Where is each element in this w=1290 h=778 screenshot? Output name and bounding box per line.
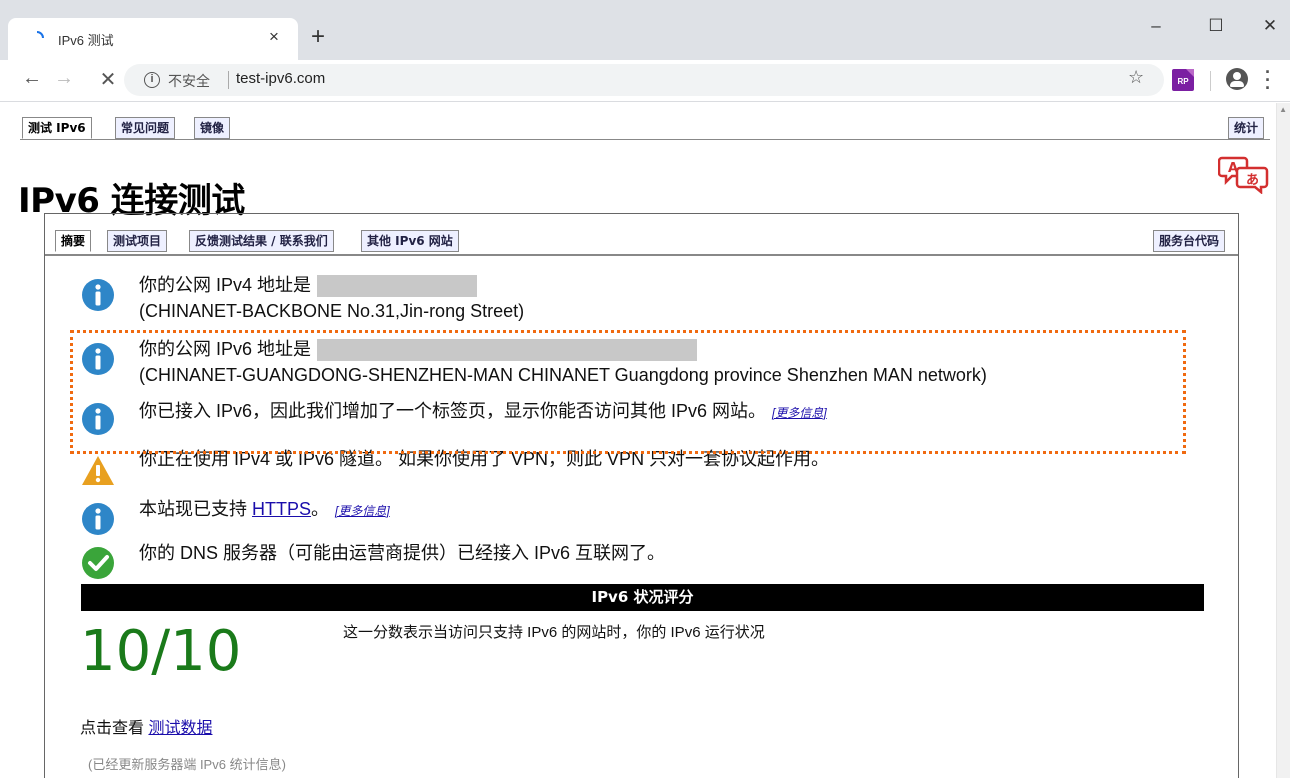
ipv4-text: 你的公网 IPv4 地址是 (CHINANET-BACKBONE No.31,J… xyxy=(139,272,524,324)
scroll-up-icon[interactable]: ▲ xyxy=(1279,105,1287,114)
back-button[interactable]: ← xyxy=(18,67,46,90)
maximize-button[interactable]: ☐ xyxy=(1196,16,1236,36)
tab-other-ipv6-sites[interactable]: 其他 IPv6 网站 xyxy=(361,230,459,252)
https-suffix: 。 xyxy=(311,499,330,519)
view-data-prefix: 点击查看 xyxy=(80,720,149,737)
dns-text: 你的 DNS 服务器（可能由运营商提供）已经接入 IPv6 互联网了。 xyxy=(139,543,666,563)
omnibox-divider xyxy=(228,71,229,89)
window-close-button[interactable]: ✕ xyxy=(1250,16,1290,36)
bookmark-star-icon[interactable]: ☆ xyxy=(1128,67,1144,88)
tab-title: IPv6 测试 xyxy=(58,33,114,48)
minimize-button[interactable]: – xyxy=(1136,16,1176,36)
test-panel: 摘要 测试项目 反馈测试结果 / 联系我们 其他 IPv6 网站 服务台代码 你… xyxy=(44,213,1239,778)
address-bar[interactable]: i 不安全 test-ipv6.com ☆ xyxy=(124,64,1164,96)
https-text: 本站现已支持 HTTPS。 [更多信息] xyxy=(139,496,390,524)
security-label: 不安全 xyxy=(168,73,210,89)
tab-feedback-contact[interactable]: 反馈测试结果 / 联系我们 xyxy=(189,230,334,252)
site-info-icon[interactable]: i xyxy=(144,72,160,88)
checkmark-icon xyxy=(82,547,114,579)
info-icon xyxy=(82,279,114,311)
new-tab-button[interactable]: + xyxy=(306,22,330,52)
tab-tests-run[interactable]: 测试项目 xyxy=(107,230,168,252)
stats-updated-note: (已经更新服务器端 IPv6 统计信息) xyxy=(88,757,286,772)
ipv4-label: 你的公网 IPv4 地址是 xyxy=(139,275,312,295)
tab-stats[interactable]: 统计 xyxy=(1228,117,1265,139)
loading-spinner-icon xyxy=(36,31,44,39)
tab-test-ipv6[interactable]: 测试 IPv6 xyxy=(22,117,92,139)
highlight-annotation-box xyxy=(70,330,1186,454)
score-value: 10/10 xyxy=(80,619,242,684)
view-test-data: 点击查看 测试数据 xyxy=(80,714,212,738)
tab-baseline xyxy=(20,139,1270,140)
panel-tab-baseline xyxy=(45,254,1238,256)
svg-text:あ: あ xyxy=(1246,173,1259,188)
toolbar-divider xyxy=(1210,71,1211,91)
redacted-ipv4-address xyxy=(317,275,478,298)
tab-mirrors[interactable]: 镜像 xyxy=(194,117,231,139)
browser-toolbar: ← → ✕ i 不安全 test-ipv6.com ☆ RP · · · xyxy=(0,60,1290,102)
page-viewport: ▲ 测试 IPv6 常见问题 镜像 统计 A あ IPv6 连接测试 摘要 测试… xyxy=(0,103,1290,778)
https-prefix: 本站现已支持 xyxy=(139,499,253,519)
tab-summary[interactable]: 摘要 xyxy=(55,230,92,252)
info-icon xyxy=(82,503,114,535)
score-header: IPv6 状况评分 xyxy=(81,584,1204,611)
more-info-link[interactable]: [更多信息] xyxy=(335,504,390,518)
browser-tab[interactable]: IPv6 测试 × xyxy=(8,18,298,60)
tab-helpdesk-code[interactable]: 服务台代码 xyxy=(1153,230,1226,252)
https-link[interactable]: HTTPS xyxy=(252,499,311,519)
browser-menu-icon[interactable]: · · · xyxy=(1262,63,1274,97)
score-description: 这一分数表示当访问只支持 IPv6 的网站时，你的 IPv6 运行状况 xyxy=(343,624,765,641)
scrollbar[interactable]: ▲ xyxy=(1276,103,1290,778)
rp-extension-icon[interactable]: RP xyxy=(1172,69,1194,91)
tab-faq[interactable]: 常见问题 xyxy=(115,117,176,139)
url-text[interactable]: test-ipv6.com xyxy=(236,70,325,87)
ipv4-isp: (CHINANET-BACKBONE No.31,Jin-rong Street… xyxy=(139,301,525,321)
tab-close-icon[interactable]: × xyxy=(264,27,284,47)
translate-icon[interactable]: A あ xyxy=(1218,154,1270,194)
warning-icon xyxy=(82,456,114,485)
browser-tab-strip: IPv6 测试 × + – ☐ ✕ xyxy=(0,0,1290,60)
forward-button[interactable]: → xyxy=(50,67,78,90)
account-icon[interactable] xyxy=(1226,68,1248,90)
test-data-link[interactable]: 测试数据 xyxy=(148,720,212,737)
stop-button[interactable]: ✕ xyxy=(94,67,122,92)
